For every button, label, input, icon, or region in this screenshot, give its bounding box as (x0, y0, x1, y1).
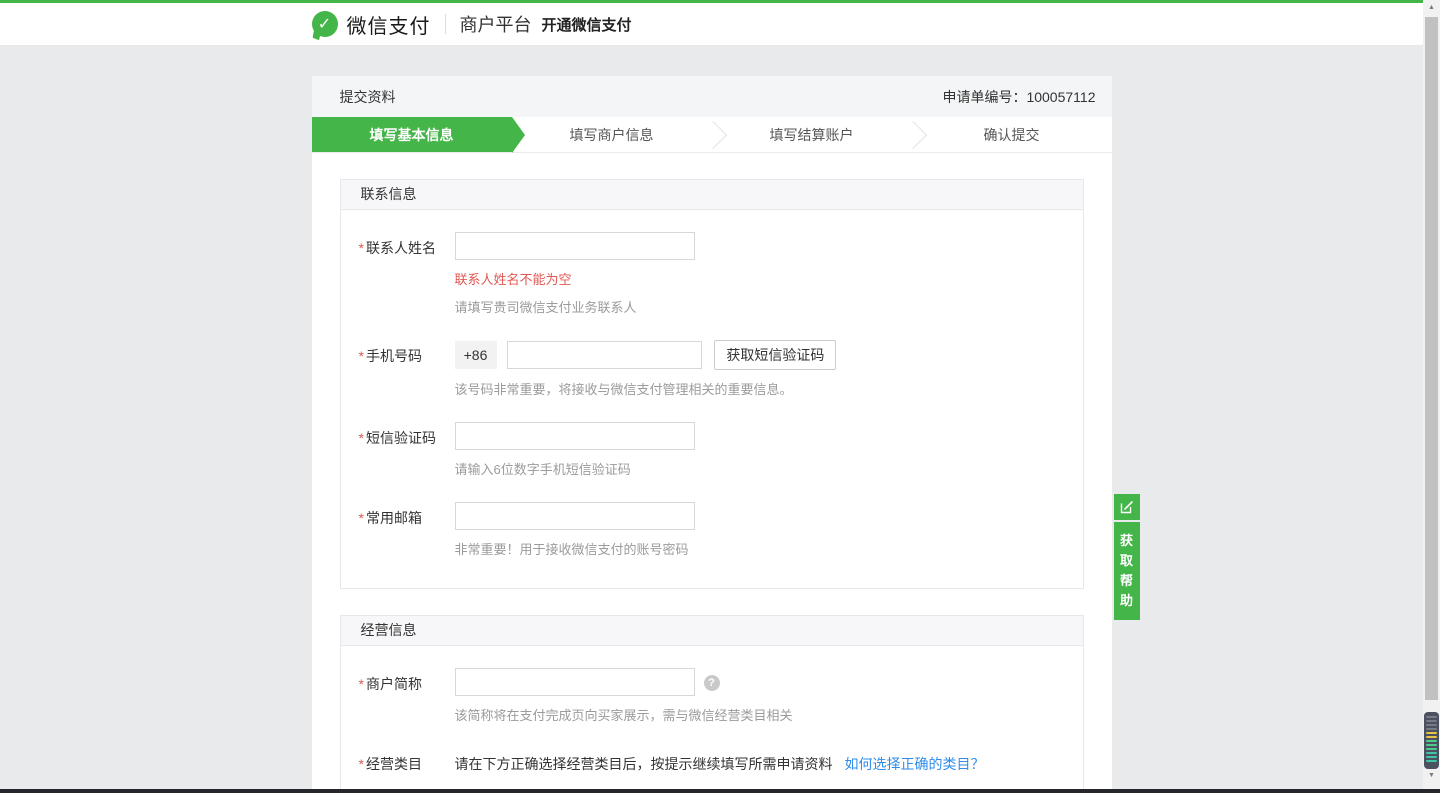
required-mark: * (359, 430, 364, 446)
step-confirm-submit[interactable]: 确认提交 (912, 117, 1112, 152)
browser-viewport: ✓ 微信支付 商户平台 开通微信支付 提交资料 申请单编号：100057112 … (0, 0, 1423, 793)
category-help-link[interactable]: 如何选择正确的类目？ (845, 756, 985, 772)
sms-code-row: *短信验证码 请输入6位数字手机短信验证码 (341, 422, 1083, 478)
contact-name-row: *联系人姓名 联系人姓名不能为空 请填写贵司微信支付业务联系人 (341, 232, 1083, 316)
sms-code-label: *短信验证码 (341, 422, 455, 448)
required-mark: * (359, 676, 364, 692)
step-basic-info[interactable]: 填写基本信息 (312, 117, 512, 152)
contact-name-input[interactable] (455, 232, 695, 260)
email-hint: 非常重要！用于接收微信支付的账号密码 (455, 539, 1083, 558)
category-instruction: 请在下方正确选择经营类目后，按提示继续填写所需申请资料 (455, 756, 833, 772)
browser-scrollbar[interactable]: ▲ ▼ (1423, 0, 1440, 793)
required-mark: * (359, 240, 364, 256)
email-row: *常用邮箱 非常重要！用于接收微信支付的账号密码 (341, 502, 1083, 558)
scrollbar-thumb[interactable] (1425, 17, 1438, 700)
platform-title: 商户平台 (460, 11, 532, 37)
extension-minimap-badge (1424, 712, 1439, 769)
phone-input[interactable] (507, 341, 702, 369)
contact-name-error: 联系人姓名不能为空 (455, 269, 1083, 288)
step-merchant-info[interactable]: 填写商户信息 (512, 117, 712, 152)
card-title: 提交资料 (340, 87, 396, 107)
contact-info-section: 联系信息 *联系人姓名 联系人姓名不能为空 请填写贵司微信支付业务联系人 *手机… (340, 179, 1084, 589)
brand-title: 微信支付 (347, 10, 431, 39)
get-help-button[interactable]: 获取帮助 (1114, 522, 1140, 620)
merchant-short-name-row: *商户简称 ? 该简称将在支付完成页向买家展示，需与微信经营类目相关 (341, 668, 1083, 724)
contact-section-title: 联系信息 (341, 180, 1083, 210)
header-divider (445, 14, 446, 34)
wechat-pay-logo-icon: ✓ (312, 11, 338, 37)
merchant-short-name-hint: 该简称将在支付完成页向买家展示，需与微信经营类目相关 (455, 705, 1083, 724)
email-label: *常用邮箱 (341, 502, 455, 528)
card-body: 联系信息 *联系人姓名 联系人姓名不能为空 请填写贵司微信支付业务联系人 *手机… (312, 153, 1112, 793)
window-bottom-edge (0, 789, 1440, 793)
site-header: ✓ 微信支付 商户平台 开通微信支付 (0, 3, 1423, 46)
merchant-short-name-input[interactable] (455, 668, 695, 696)
business-category-label: *经营类目 (341, 748, 455, 774)
sms-code-hint: 请输入6位数字手机短信验证码 (455, 459, 1083, 478)
required-mark: * (359, 348, 364, 364)
get-help-tab: 获取帮助 (1114, 494, 1140, 620)
sms-code-input[interactable] (455, 422, 695, 450)
contact-name-label: *联系人姓名 (341, 232, 455, 258)
required-mark: * (359, 756, 364, 772)
question-help-icon[interactable]: ? (704, 675, 720, 691)
phone-country-prefix: +86 (455, 341, 497, 369)
phone-row: *手机号码 +86 获取短信验证码 该号码非常重要，将接收与微信支付管理相关的重… (341, 340, 1083, 398)
check-icon: ✓ (318, 14, 331, 34)
scrollbar-down-icon[interactable]: ▼ (1423, 768, 1440, 785)
phone-label: *手机号码 (341, 340, 455, 366)
scrollbar-up-icon[interactable]: ▲ (1423, 0, 1440, 17)
phone-hint: 该号码非常重要，将接收与微信支付管理相关的重要信息。 (455, 379, 1083, 398)
contact-name-hint: 请填写贵司微信支付业务联系人 (455, 297, 1083, 316)
card-header: 提交资料 申请单编号：100057112 (312, 76, 1112, 117)
page-subtitle: 开通微信支付 (542, 14, 632, 35)
feedback-edit-icon[interactable] (1114, 494, 1140, 520)
application-number: 申请单编号：100057112 (942, 87, 1095, 107)
step-progress-bar: 填写基本信息 填写商户信息 填写结算账户 确认提交 (312, 117, 1112, 153)
business-category-row: *经营类目 请在下方正确选择经营类目后，按提示继续填写所需申请资料如何选择正确的… (341, 748, 1083, 793)
business-section-title: 经营信息 (341, 616, 1083, 646)
required-mark: * (359, 510, 364, 526)
get-sms-code-button[interactable]: 获取短信验证码 (714, 340, 836, 370)
email-input[interactable] (455, 502, 695, 530)
merchant-short-name-label: *商户简称 (341, 668, 455, 694)
step-settlement-account[interactable]: 填写结算账户 (712, 117, 912, 152)
submission-card: 提交资料 申请单编号：100057112 填写基本信息 填写商户信息 填写结算账… (312, 76, 1112, 793)
business-info-section: 经营信息 *商户简称 ? 该简称将在支付完成页向买家展示，需与微信经营类目相关 … (340, 615, 1084, 793)
